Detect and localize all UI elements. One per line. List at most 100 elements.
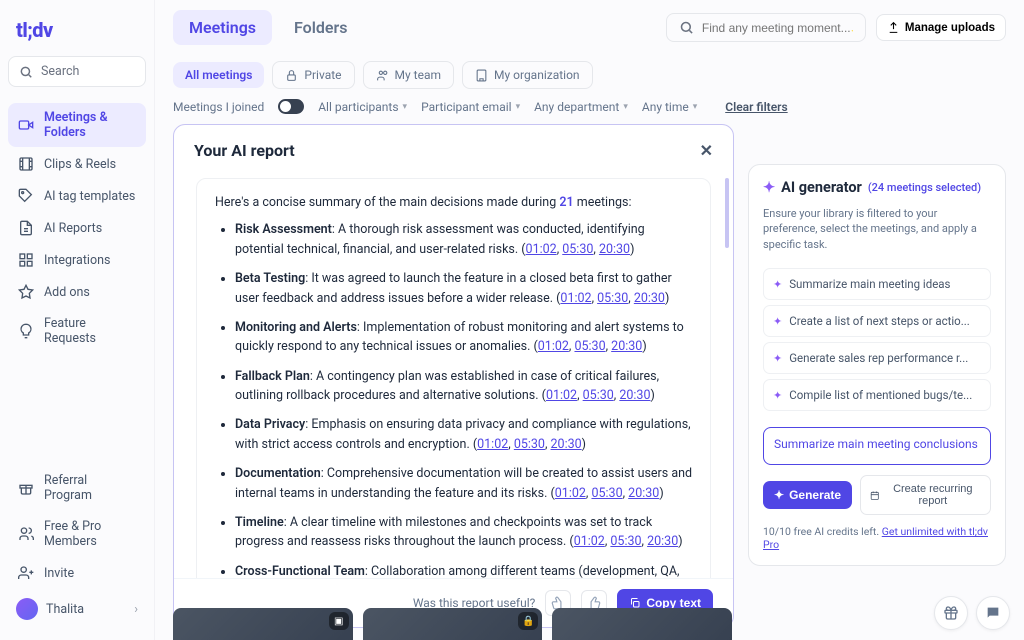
timestamp-link[interactable]: 20:30 [599, 242, 630, 257]
prompt-input[interactable]: Summarize main meeting conclusions [763, 427, 991, 465]
prompt-suggestion[interactable]: ✦Generate sales rep performance r... [763, 342, 991, 374]
timestamp-link[interactable]: 01:02 [574, 534, 605, 549]
bulb-icon [18, 323, 34, 339]
upload-icon [887, 21, 900, 34]
timestamp-link[interactable]: 01:02 [477, 437, 508, 452]
timestamp-link[interactable]: 05:30 [514, 437, 545, 452]
scrollbar[interactable] [725, 178, 729, 248]
manage-uploads-label: Manage uploads [905, 22, 995, 34]
video-icon [18, 117, 34, 133]
report-item: Documentation: Comprehensive documentati… [235, 464, 694, 503]
sparkle-icon: ✦ [763, 179, 775, 196]
filter-my-organization[interactable]: My organization [462, 61, 593, 89]
report-title: Your AI report [194, 141, 295, 160]
timestamp-link[interactable]: 05:30 [574, 339, 605, 354]
meeting-thumbnail[interactable]: ▣ [173, 608, 353, 640]
sidebar-item-clips-reels[interactable]: Clips & Reels [8, 149, 146, 179]
timestamp-link[interactable]: 01:02 [526, 242, 557, 257]
sidebar-item-referral-program[interactable]: Referral Program [8, 466, 146, 510]
create-recurring-button[interactable]: Create recurring report [860, 475, 991, 515]
timestamp-link[interactable]: 20:30 [647, 534, 678, 549]
logo: tl;dv [8, 12, 146, 56]
sidebar-search[interactable]: Search [8, 56, 146, 87]
manage-uploads-button[interactable]: Manage uploads [876, 14, 1006, 41]
tab-folders[interactable]: Folders [278, 10, 363, 45]
clips-icon [18, 156, 34, 172]
dropdown-all-participants[interactable]: All participants▾ [318, 100, 407, 114]
search-icon [19, 65, 33, 79]
sidebar-item-label: Invite [44, 566, 74, 581]
star-icon [18, 284, 34, 300]
meetings-joined-toggle[interactable] [278, 99, 304, 114]
report-body[interactable]: Here's a concise summary of the main dec… [174, 168, 733, 578]
sidebar-item-label: Integrations [44, 253, 110, 268]
generate-button[interactable]: ✦ Generate [763, 481, 852, 509]
clear-filters-link[interactable]: Clear filters [725, 100, 787, 114]
integrations-icon [18, 252, 34, 268]
timestamp-link[interactable]: 20:30 [551, 437, 582, 452]
sidebar-item-label: AI Reports [44, 221, 102, 236]
team-icon [376, 69, 389, 82]
global-search[interactable] [666, 13, 866, 42]
dropdown-any-department[interactable]: Any department▾ [534, 100, 628, 114]
meeting-thumbnail[interactable] [552, 608, 732, 640]
report-item: Fallback Plan: A contingency plan was es… [235, 367, 694, 406]
timestamp-link[interactable]: 20:30 [619, 388, 650, 403]
timestamp-link[interactable]: 05:30 [583, 388, 614, 403]
filter-my-team[interactable]: My team [363, 61, 454, 89]
credits-info: 10/10 free AI credits left. Get unlimite… [763, 525, 991, 551]
sidebar-item-meetings-folders[interactable]: Meetings & Folders [8, 103, 146, 147]
timestamp-link[interactable]: 20:30 [611, 339, 642, 354]
meeting-thumbnails: ▣ 🔒 [173, 608, 732, 640]
meetings-joined-label: Meetings I joined [173, 100, 264, 114]
org-icon [475, 69, 488, 82]
timestamp-link[interactable]: 01:02 [546, 388, 577, 403]
user-menu[interactable]: Thalita › [8, 590, 146, 628]
meetings-selected-count: (24 meetings selected) [868, 181, 981, 194]
sidebar-item-invite[interactable]: Invite [8, 558, 146, 588]
prompt-suggestion[interactable]: ✦Summarize main meeting ideas [763, 268, 991, 300]
sidebar-item-free-pro-members[interactable]: Free & Pro Members [8, 512, 146, 556]
timestamp-link[interactable]: 01:02 [538, 339, 569, 354]
sparkle-icon: ✦ [774, 488, 784, 502]
tag-icon [18, 188, 34, 204]
prompt-suggestion[interactable]: ✦Compile list of mentioned bugs/te... [763, 379, 991, 411]
chevron-down-icon: ▾ [623, 102, 628, 112]
timestamp-link[interactable]: 05:30 [597, 291, 628, 306]
search-icon [679, 20, 694, 35]
timestamp-link[interactable]: 20:30 [628, 486, 659, 501]
timestamp-link[interactable]: 05:30 [591, 486, 622, 501]
sidebar-item-label: AI tag templates [44, 189, 135, 204]
sidebar-item-integrations[interactable]: Integrations [8, 245, 146, 275]
meeting-thumbnail[interactable]: 🔒 [363, 608, 543, 640]
sidebar-item-add-ons[interactable]: Add ons [8, 277, 146, 307]
timestamp-link[interactable]: 05:30 [610, 534, 641, 549]
sidebar-item-feature-requests[interactable]: Feature Requests [8, 309, 146, 353]
lock-icon: 🔒 [518, 612, 538, 630]
ai-generator-desc: Ensure your library is filtered to your … [763, 206, 991, 258]
filter-all-meetings[interactable]: All meetings [173, 62, 264, 88]
prompt-suggestion[interactable]: ✦Create a list of next steps or actio... [763, 305, 991, 337]
ai-report-card: Your AI report ✕ Here's a concise summar… [173, 124, 734, 628]
dropdown-any-time[interactable]: Any time▾ [642, 100, 697, 114]
gift-fab[interactable] [934, 596, 968, 630]
filter-private[interactable]: Private [272, 61, 354, 89]
chat-fab[interactable] [976, 596, 1010, 630]
timestamp-link[interactable]: 01:02 [560, 291, 591, 306]
global-search-input[interactable] [702, 21, 853, 35]
sidebar-item-ai-reports[interactable]: AI Reports [8, 213, 146, 243]
close-icon[interactable]: ✕ [700, 141, 713, 160]
content: Your AI report ✕ Here's a concise summar… [155, 124, 1024, 640]
timestamp-link[interactable]: 05:30 [562, 242, 593, 257]
sidebar-item-ai-tag-templates[interactable]: AI tag templates [8, 181, 146, 211]
timestamp-link[interactable]: 20:30 [634, 291, 665, 306]
timestamp-link[interactable]: 01:02 [555, 486, 586, 501]
chevron-right-icon: › [134, 602, 138, 617]
filter-dropdowns: Meetings I joined All participants▾ Parti… [155, 99, 1024, 124]
chevron-down-icon: ▾ [516, 102, 521, 112]
tab-meetings[interactable]: Meetings [173, 10, 272, 45]
dropdown-participant-email[interactable]: Participant email▾ [421, 100, 520, 114]
sidebar-item-label: Referral Program [44, 473, 136, 503]
user-name: Thalita [46, 602, 84, 617]
sidebar-item-label: Feature Requests [44, 316, 136, 346]
